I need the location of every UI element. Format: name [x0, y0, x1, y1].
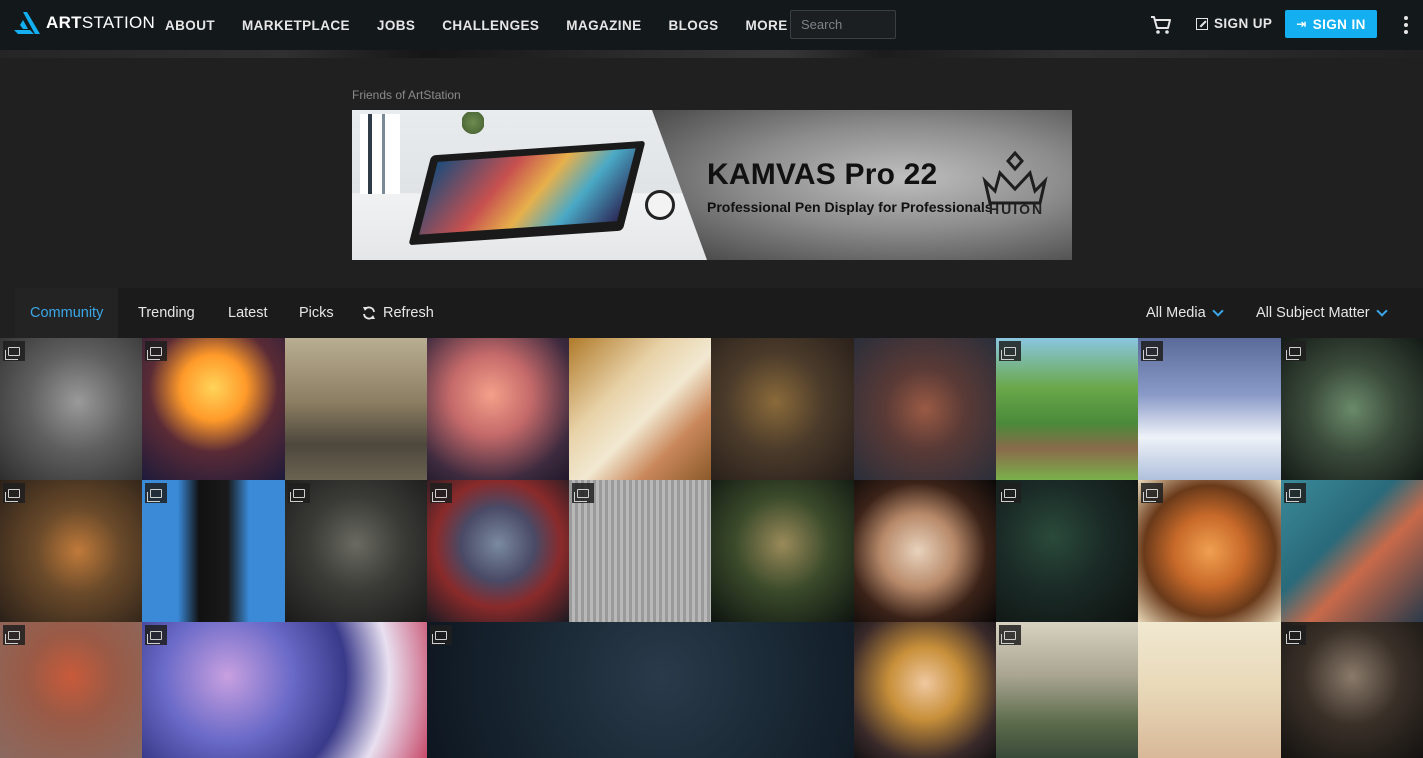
artwork-thumbnail[interactable]: [1138, 480, 1281, 622]
sign-in-label: SIGN IN: [1312, 16, 1366, 32]
image-gallery-icon: [1284, 483, 1306, 503]
main-nav: ABOUT MARKETPLACE JOBS CHALLENGES MAGAZI…: [165, 0, 831, 50]
nav-about[interactable]: ABOUT: [165, 18, 215, 33]
featured-strip-overlay: [0, 50, 1423, 58]
artwork-thumbnail[interactable]: [142, 480, 285, 622]
image-gallery-icon: [999, 625, 1021, 645]
image-gallery-icon: [1284, 625, 1306, 645]
nav-marketplace[interactable]: MARKETPLACE: [242, 18, 350, 33]
image-gallery-icon: [145, 483, 167, 503]
artwork-thumbnail[interactable]: [0, 338, 142, 480]
sign-up-button[interactable]: SIGN UP: [1196, 16, 1272, 31]
image-gallery-icon: [1141, 483, 1163, 503]
artstation-logo[interactable]: ARTSTATION: [14, 12, 155, 34]
banner-subtitle: Professional Pen Display for Professiona…: [707, 199, 993, 215]
banner-bookshelf: [360, 114, 400, 194]
media-filter-dropdown[interactable]: All Media: [1146, 288, 1224, 338]
artwork-thumbnail[interactable]: [1281, 480, 1423, 622]
artwork-thumbnail[interactable]: [996, 622, 1138, 758]
search-input[interactable]: [790, 10, 896, 39]
refresh-label: Refresh: [383, 305, 434, 321]
sign-in-button[interactable]: ⇥ SIGN IN: [1285, 10, 1377, 38]
media-filter-label: All Media: [1146, 305, 1206, 321]
logo-text: ARTSTATION: [46, 13, 156, 32]
artwork-grid: [0, 338, 1423, 758]
artwork-thumbnail[interactable]: [427, 480, 569, 622]
artwork-thumbnail[interactable]: [996, 480, 1138, 622]
sponsor-label: Friends of ArtStation: [352, 88, 461, 102]
banner-plant: [462, 112, 484, 138]
sign-in-icon: ⇥: [1296, 17, 1307, 31]
artwork-thumbnail[interactable]: [0, 480, 142, 622]
nav-magazine[interactable]: MAGAZINE: [566, 18, 641, 33]
artwork-thumbnail[interactable]: [569, 338, 711, 480]
more-options-icon[interactable]: [1402, 16, 1410, 34]
tab-latest[interactable]: Latest: [228, 288, 268, 338]
artwork-thumbnail[interactable]: [142, 622, 427, 758]
tab-trending[interactable]: Trending: [138, 288, 195, 338]
gallery-filter-bar: Community Trending Latest Picks Refresh …: [15, 288, 1423, 338]
subject-filter-dropdown[interactable]: All Subject Matter: [1256, 288, 1388, 338]
image-gallery-icon: [999, 483, 1021, 503]
image-gallery-icon: [3, 341, 25, 361]
nav-blogs[interactable]: BLOGS: [669, 18, 719, 33]
edit-icon: [1196, 17, 1208, 30]
banner-title: KAMVAS Pro 22: [707, 158, 938, 191]
artwork-thumbnail[interactable]: [854, 480, 996, 622]
artwork-thumbnail[interactable]: [1281, 622, 1423, 758]
sign-up-label: SIGN UP: [1214, 16, 1273, 31]
artwork-thumbnail[interactable]: [285, 338, 427, 480]
artwork-thumbnail[interactable]: [569, 480, 711, 622]
artwork-thumbnail[interactable]: [1138, 338, 1281, 480]
banner-pen-display: [408, 140, 646, 246]
artwork-thumbnail[interactable]: [854, 338, 996, 480]
image-gallery-icon: [572, 483, 594, 503]
image-gallery-icon: [1141, 341, 1163, 361]
image-gallery-icon: [3, 483, 25, 503]
sponsor-banner[interactable]: KAMVAS Pro 22 Professional Pen Display f…: [352, 110, 1072, 260]
cart-icon[interactable]: [1150, 15, 1172, 35]
image-gallery-icon: [145, 341, 167, 361]
refresh-button[interactable]: Refresh: [362, 288, 434, 338]
refresh-icon: [363, 306, 375, 320]
image-gallery-icon: [999, 341, 1021, 361]
artstation-logo-icon: [14, 12, 40, 34]
chevron-down-icon: [1211, 304, 1224, 317]
chevron-down-icon: [1375, 304, 1388, 317]
image-gallery-icon: [3, 625, 25, 645]
artwork-thumbnail[interactable]: [711, 338, 854, 480]
image-gallery-icon: [430, 625, 452, 645]
nav-jobs[interactable]: JOBS: [377, 18, 415, 33]
image-gallery-icon: [430, 483, 452, 503]
artwork-thumbnail[interactable]: [854, 622, 996, 758]
artwork-thumbnail[interactable]: [711, 480, 854, 622]
nav-more-label: MORE: [745, 17, 788, 33]
nav-challenges[interactable]: CHALLENGES: [442, 18, 539, 33]
artwork-thumbnail[interactable]: [285, 480, 427, 622]
artwork-thumbnail[interactable]: [427, 338, 569, 480]
banner-brand: HUION: [989, 201, 1045, 217]
image-gallery-icon: [288, 483, 310, 503]
artwork-thumbnail[interactable]: [142, 338, 285, 480]
artwork-thumbnail[interactable]: [1281, 338, 1423, 480]
tab-picks[interactable]: Picks: [299, 288, 334, 338]
image-gallery-icon: [145, 625, 167, 645]
tab-community[interactable]: Community: [15, 288, 119, 338]
top-navigation: ARTSTATION ABOUT MARKETPLACE JOBS CHALLE…: [0, 0, 1423, 50]
artwork-thumbnail[interactable]: [996, 338, 1138, 480]
artwork-thumbnail[interactable]: [0, 622, 142, 758]
image-gallery-icon: [1284, 341, 1306, 361]
artwork-thumbnail[interactable]: [1138, 622, 1281, 758]
artwork-thumbnail[interactable]: [427, 622, 854, 758]
banner-clock: [645, 190, 675, 220]
subject-filter-label: All Subject Matter: [1256, 305, 1370, 321]
